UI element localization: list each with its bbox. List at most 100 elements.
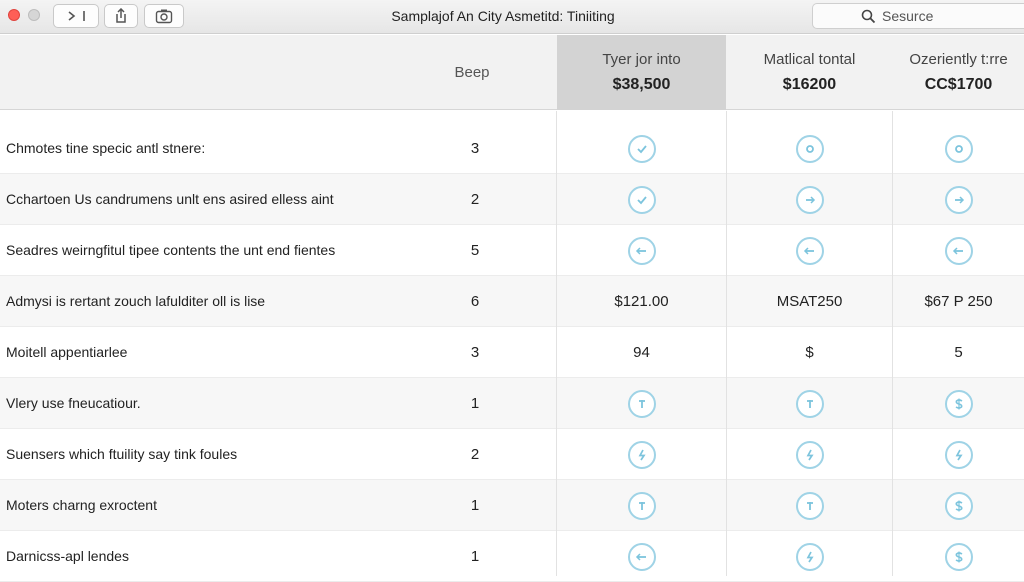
column-divider — [726, 111, 727, 576]
feature-label: Darnicss-apl lendes — [6, 548, 129, 564]
beep-count: 2 — [470, 446, 480, 463]
window-title: Samplajof An City Asmetitd: Tiniiting — [391, 8, 615, 24]
feature-label: Suensers which ftuility say tink foules — [6, 446, 238, 462]
table-row[interactable]: Seadres weirngfitul tipee contents the u… — [0, 225, 1024, 276]
feature-label: Chmotes tine specic antl stnere: — [6, 140, 206, 156]
column-divider — [556, 111, 557, 576]
plan-cell-value: $ — [805, 344, 814, 361]
plan-cell — [557, 531, 726, 582]
search-icon — [861, 9, 876, 23]
pin-circle-icon[interactable] — [627, 491, 656, 520]
dollar-circle-icon[interactable] — [944, 542, 973, 571]
table-row[interactable]: Moters charng exroctent 1 — [0, 480, 1024, 531]
plan-cell — [727, 225, 892, 276]
plan-cell — [727, 429, 892, 480]
plan-price: $16200 — [782, 76, 837, 93]
dash-circle-icon[interactable] — [944, 185, 973, 214]
plan-cell — [557, 174, 726, 225]
navigation-button[interactable] — [53, 4, 99, 28]
dollar-circle-icon[interactable] — [944, 491, 973, 520]
beep-header-label: Beep — [454, 64, 490, 81]
plan-name: Tyer jor into — [602, 51, 681, 68]
feature-label: Seadres weirngfitul tipee contents the u… — [6, 242, 336, 258]
plan-cell: 94 — [557, 327, 726, 378]
table-row[interactable]: Cchartoen Us candrumens unlt ens asired … — [0, 174, 1024, 225]
plan-cell-value: 5 — [954, 344, 963, 361]
beep-count: 1 — [470, 395, 480, 412]
beep-count: 3 — [470, 140, 480, 157]
feature-label: Moters charng exroctent — [6, 497, 157, 513]
feature-label: Cchartoen Us candrumens unlt ens asired … — [6, 191, 334, 207]
column-divider — [892, 111, 893, 576]
beep-count: 6 — [470, 293, 480, 310]
table-row[interactable]: Chmotes tine specic antl stnere: 3 — [0, 123, 1024, 174]
plan-cell — [893, 225, 1024, 276]
bolt-circle-icon[interactable] — [944, 440, 973, 469]
check-circle-icon[interactable] — [627, 185, 656, 214]
plan-column-header-2[interactable]: Matlical tontal $16200 — [727, 35, 892, 110]
table-row[interactable]: Moitell appentiarlee 3 94 $5 — [0, 327, 1024, 378]
plan-cell: $ — [727, 327, 892, 378]
plan-cell: MSAT250 — [727, 276, 892, 327]
plan-cell — [893, 123, 1024, 174]
plan-cell — [727, 378, 892, 429]
table-row[interactable]: Darnicss-apl lendes 1 — [0, 531, 1024, 582]
pin-circle-icon[interactable] — [795, 491, 824, 520]
plan-cell — [557, 480, 726, 531]
search-field[interactable]: Sesurce — [812, 3, 1024, 29]
pin-circle-icon[interactable] — [627, 389, 656, 418]
info-circle-icon[interactable] — [944, 134, 973, 163]
plan-cell — [893, 531, 1024, 582]
plan-cell — [893, 429, 1024, 480]
plan-cell-value: $67 P 250 — [924, 293, 993, 310]
bolt-circle-icon[interactable] — [795, 542, 824, 571]
minimize-window-button[interactable] — [28, 9, 40, 21]
plan-cell — [557, 123, 726, 174]
plan-cell: $121.00 — [557, 276, 726, 327]
share-icon — [116, 8, 126, 23]
beep-count: 2 — [470, 191, 480, 208]
navigation-icon — [68, 11, 85, 21]
table-row[interactable]: Admysi is rertant zouch lafulditer oll i… — [0, 276, 1024, 327]
arrow-circle-icon[interactable] — [627, 236, 656, 265]
bolt-circle-icon[interactable] — [795, 440, 824, 469]
dollar-circle-icon[interactable] — [944, 389, 973, 418]
bolt-circle-icon[interactable] — [627, 440, 656, 469]
plan-cell — [893, 174, 1024, 225]
beep-count: 3 — [470, 344, 480, 361]
plan-cell — [557, 378, 726, 429]
share-button[interactable] — [104, 4, 138, 28]
plan-cell — [727, 123, 892, 174]
plan-cell — [727, 480, 892, 531]
pricing-table-header: Beep Tyer jor into $38,500 Matlical tont… — [0, 35, 1024, 110]
screenshot-button[interactable] — [144, 4, 184, 28]
title-bar: Samplajof An City Asmetitd: Tiniiting Se… — [0, 0, 1024, 34]
table-row[interactable]: Vlery use fneucatiour. 1 — [0, 378, 1024, 429]
info-circle-icon[interactable] — [795, 134, 824, 163]
arrow-circle-icon[interactable] — [627, 542, 656, 571]
pin-circle-icon[interactable] — [795, 389, 824, 418]
plan-cell — [557, 429, 726, 480]
beep-count: 5 — [470, 242, 480, 259]
beep-count: 1 — [470, 548, 480, 565]
plan-cell: $67 P 250 — [893, 276, 1024, 327]
feature-label: Moitell appentiarlee — [6, 344, 128, 360]
plan-column-header-1[interactable]: Tyer jor into $38,500 — [557, 35, 726, 110]
check-circle-icon[interactable] — [627, 134, 656, 163]
plan-column-header-3[interactable]: Ozeriently t:rre CC$1700 — [893, 35, 1024, 110]
close-window-button[interactable] — [8, 9, 20, 21]
beep-column-header: Beep — [440, 35, 504, 110]
plan-cell — [727, 174, 892, 225]
plan-cell-value: MSAT250 — [776, 293, 843, 310]
pricing-table-body: Chmotes tine specic antl stnere: 3 Ccharto… — [0, 111, 1024, 582]
plan-price: $38,500 — [612, 76, 671, 93]
arrow-circle-icon[interactable] — [795, 236, 824, 265]
table-row[interactable]: Suensers which ftuility say tink foules 2 — [0, 429, 1024, 480]
plan-cell-value: 94 — [633, 344, 650, 361]
plan-cell-value: $121.00 — [614, 293, 669, 310]
plan-cell — [727, 531, 892, 582]
dash-circle-icon[interactable] — [795, 185, 824, 214]
arrow-circle-icon[interactable] — [944, 236, 973, 265]
plan-name: Matlical tontal — [763, 51, 856, 68]
plan-name: Ozeriently t:rre — [909, 51, 1008, 68]
